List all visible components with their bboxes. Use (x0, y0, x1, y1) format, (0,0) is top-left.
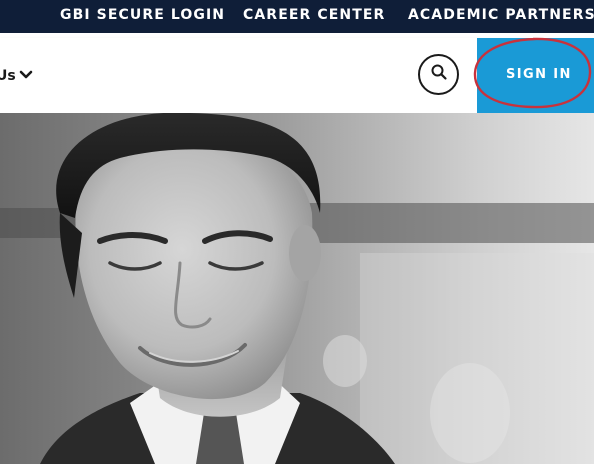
career-center-link[interactable]: CAREER CENTER (243, 7, 385, 23)
main-nav: Us SIGN IN (0, 38, 594, 113)
chevron-down-icon (19, 67, 33, 85)
utility-bar: GBI SECURE LOGIN CAREER CENTER ACADEMIC … (0, 0, 594, 33)
nav-item-about-us[interactable]: Us (0, 67, 33, 85)
search-icon (430, 63, 448, 86)
hero-image (0, 113, 594, 464)
search-button[interactable] (418, 54, 459, 95)
sign-in-button[interactable]: SIGN IN (477, 38, 594, 113)
academic-partners-link[interactable]: ACADEMIC PARTNERS (408, 7, 594, 23)
sign-in-label: SIGN IN (506, 67, 572, 82)
gbi-secure-login-link[interactable]: GBI SECURE LOGIN (60, 7, 225, 23)
nav-item-label: Us (0, 68, 16, 84)
